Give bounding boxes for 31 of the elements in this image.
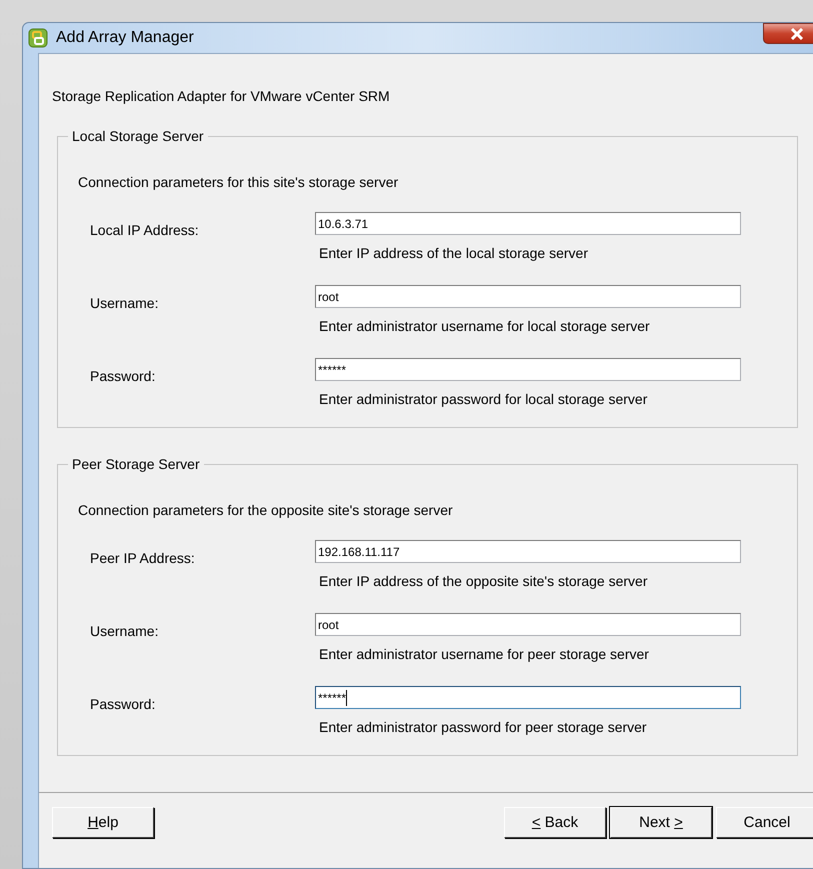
field-label: Username: bbox=[89, 622, 160, 641]
input-field[interactable]: ****** bbox=[315, 358, 741, 381]
group-title: Local Storage Server bbox=[71, 128, 205, 144]
input-field[interactable]: 10.6.3.71 bbox=[315, 212, 741, 235]
dialog-button[interactable]: Cancel bbox=[716, 807, 813, 838]
group-title: Peer Storage Server bbox=[71, 456, 201, 472]
group-description: Connection parameters for this site's storage server bbox=[78, 174, 400, 190]
field-hint: Enter administrator password for peer storage server bbox=[319, 719, 648, 735]
group-description: Connection parameters for the opposite site's storage server bbox=[78, 502, 454, 518]
input-field[interactable]: 192.168.11.117 bbox=[315, 540, 741, 563]
field-label: Local IP Address: bbox=[89, 221, 200, 240]
input-field[interactable]: root bbox=[315, 285, 741, 308]
field-label: Password: bbox=[89, 695, 156, 714]
help-button[interactable]: Help bbox=[52, 807, 154, 838]
input-field[interactable]: root bbox=[315, 613, 741, 636]
app-icon bbox=[28, 28, 48, 48]
adapter-subtitle: Storage Replication Adapter for VMware vCenter SRM bbox=[52, 88, 391, 104]
close-button[interactable] bbox=[763, 23, 813, 44]
field-hint: Enter administrator password for local storage server bbox=[319, 391, 648, 407]
field-hint: Enter administrator username for peer storage server bbox=[319, 646, 650, 662]
dialog-button[interactable]: < Back bbox=[504, 807, 606, 838]
input-field[interactable]: ****** bbox=[315, 686, 741, 709]
field-label: Password: bbox=[89, 367, 156, 386]
dialog-button[interactable]: Next > bbox=[610, 807, 712, 838]
field-hint: Enter IP address of the opposite site's storage server bbox=[319, 573, 648, 589]
field-hint: Enter administrator username for local storage server bbox=[319, 318, 651, 334]
field-label: Peer IP Address: bbox=[89, 549, 196, 568]
window-title: Add Array Manager bbox=[56, 29, 195, 47]
field-label: Username: bbox=[89, 294, 160, 313]
field-hint: Enter IP address of the local storage server bbox=[319, 245, 589, 261]
close-icon bbox=[790, 28, 804, 40]
